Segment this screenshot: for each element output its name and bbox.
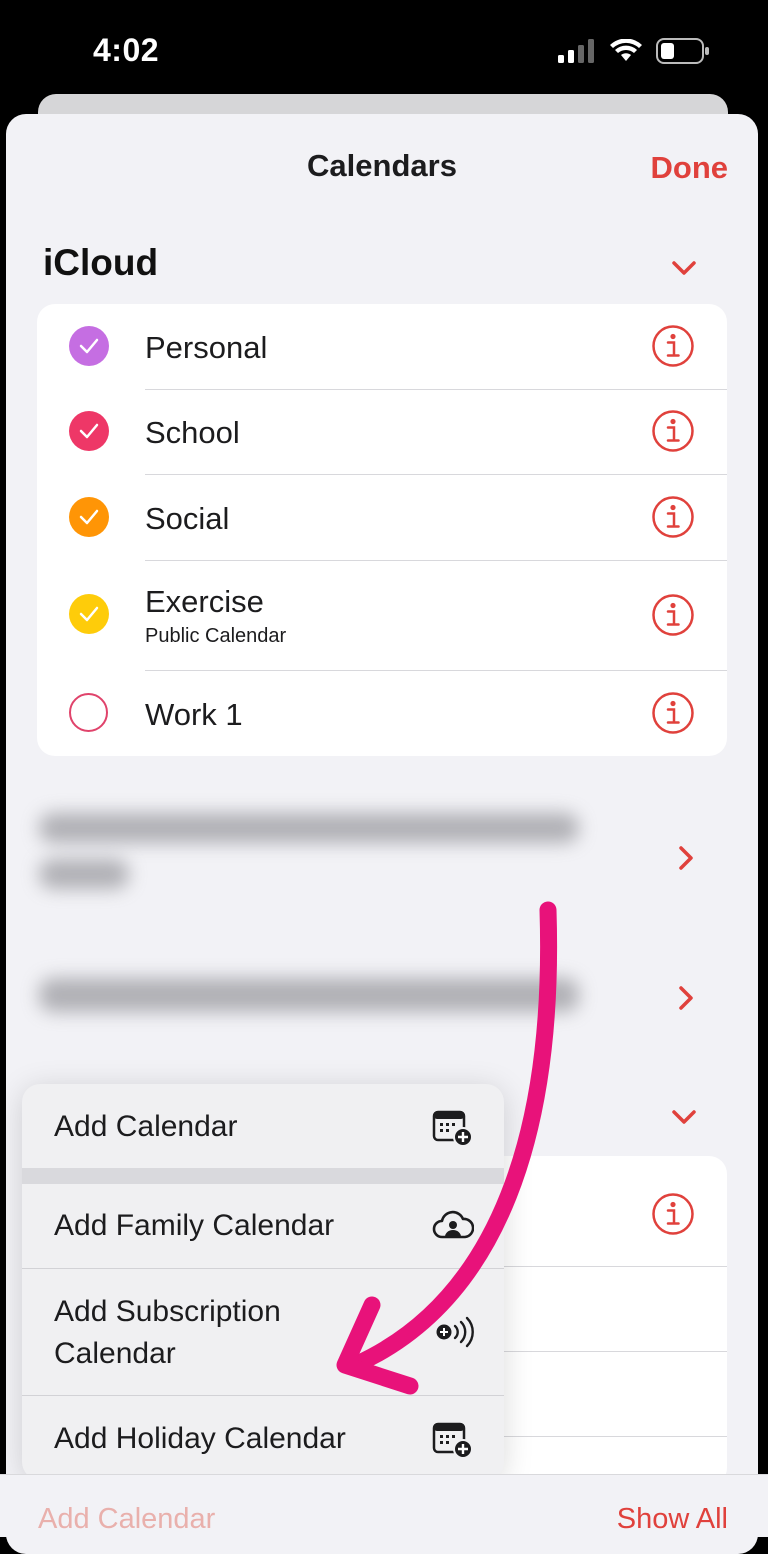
subscription-icon [432,1311,474,1353]
show-all-button[interactable]: Show All [617,1503,728,1536]
chevron-right-icon[interactable] [668,840,704,876]
calendar-plus-icon [432,1418,474,1460]
calendar-row-social[interactable]: Social [37,474,727,560]
checkmark-icon[interactable] [69,594,109,634]
checkmark-icon[interactable] [69,411,109,451]
calendar-row-exercise[interactable]: Exercise Public Calendar [37,560,727,670]
icloud-section-title: iCloud [43,242,159,283]
battery-icon [656,38,710,64]
info-icon[interactable] [651,1192,695,1236]
redacted-account-1[interactable] [37,809,597,899]
calendar-name: Social [145,501,230,536]
chevron-down-icon[interactable] [666,1099,702,1135]
menu-item-add-family-calendar[interactable]: Add Family Calendar [22,1184,504,1268]
unchecked-circle-icon[interactable] [69,693,108,732]
info-icon[interactable] [651,409,695,453]
add-calendar-button[interactable]: Add Calendar [38,1503,215,1536]
menu-item-label: Add Holiday Calendar [54,1422,346,1455]
calendar-row-work-1[interactable]: Work 1 [37,670,727,756]
status-icons [558,38,710,64]
menu-divider [22,1168,504,1184]
calendar-name: Exercise [145,584,264,619]
page-title: Calendars [307,148,457,183]
menu-item-label: Add Calendar [54,1110,238,1143]
menu-item-label: Add Subscription Calendar [54,1295,281,1370]
calendar-subtitle: Public Calendar [145,625,287,647]
status-time: 4:02 [93,32,160,68]
info-icon[interactable] [651,324,695,368]
calendar-plus-icon [432,1106,474,1148]
menu-item-label: Add Family Calendar [54,1209,335,1242]
checkmark-icon[interactable] [69,497,109,537]
menu-item-add-subscription-calendar[interactable]: Add Subscription Calendar [22,1269,504,1395]
icloud-calendar-list: Personal School Social Exercise Public C… [37,304,727,756]
calendar-name: School [145,415,240,450]
redacted-account-2[interactable] [37,976,597,1016]
bottom-toolbar: Add Calendar Show All [0,1474,768,1537]
done-button[interactable]: Done [651,150,729,186]
chevron-right-icon[interactable] [668,980,704,1016]
signal-icon [558,39,596,63]
menu-item-add-calendar[interactable]: Add Calendar [22,1084,504,1168]
family-cloud-icon [432,1205,474,1247]
add-calendar-menu: Add Calendar Add Family Calendar Add Sub… [22,1084,504,1480]
info-icon[interactable] [651,593,695,637]
calendar-name: Work 1 [145,697,243,732]
info-icon[interactable] [651,495,695,539]
calendar-row-school[interactable]: School [37,389,727,474]
info-icon[interactable] [651,691,695,735]
calendar-row-personal[interactable]: Personal [37,304,727,389]
checkmark-icon[interactable] [69,326,109,366]
chevron-down-icon[interactable] [666,250,702,286]
menu-item-add-holiday-calendar[interactable]: Add Holiday Calendar [22,1396,504,1480]
status-bar: 4:02 [0,0,768,100]
calendar-name: Personal [145,330,268,365]
wifi-icon [610,39,642,63]
